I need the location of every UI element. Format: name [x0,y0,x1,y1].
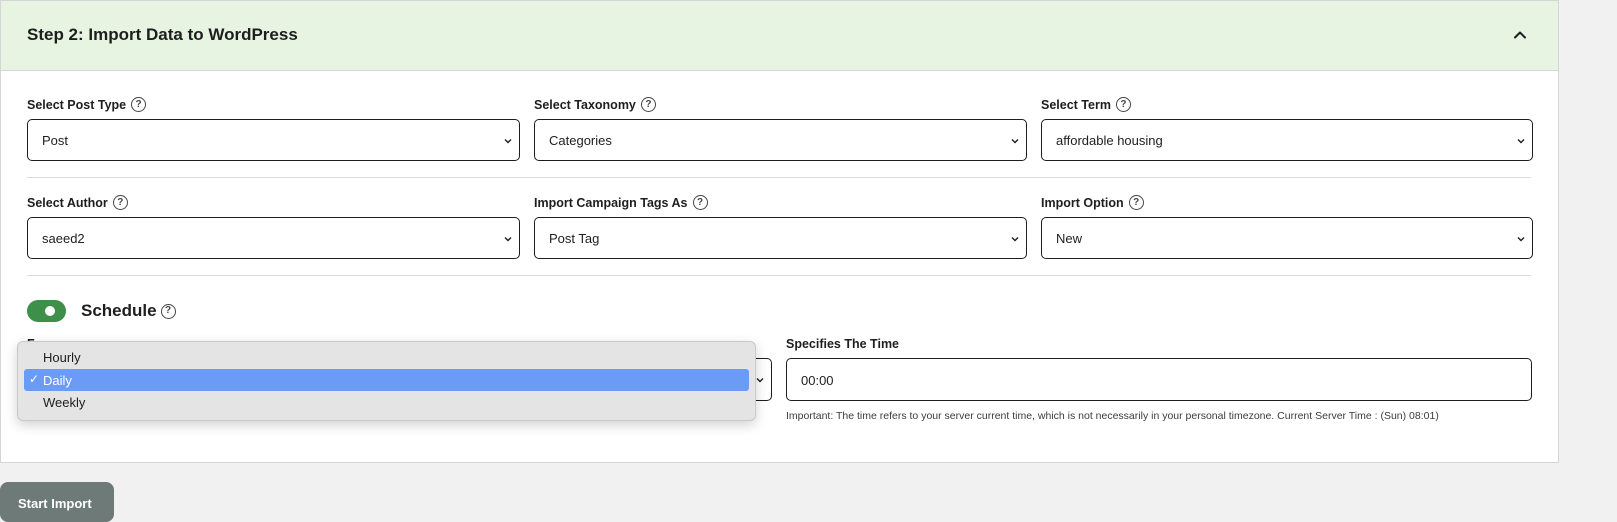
chevron-down-icon [1011,139,1019,144]
panel-header[interactable]: Step 2: Import Data to WordPress [1,1,1558,71]
start-import-button[interactable]: Start Import [0,482,114,522]
chevron-down-icon [756,378,764,383]
campaign-tags-label: Import Campaign Tags As ? [534,195,708,210]
schedule-toggle[interactable] [27,300,66,322]
campaign-tags-select[interactable]: Post Tag [534,217,1027,259]
option-weekly[interactable]: Weekly [24,391,749,413]
term-value: affordable housing [1056,133,1163,148]
campaign-tags-value: Post Tag [549,231,600,246]
divider [27,275,1531,276]
taxonomy-label: Select Taxonomy ? [534,97,656,112]
help-icon[interactable]: ? [160,303,176,319]
panel-title: Step 2: Import Data to WordPress [27,25,298,44]
chevron-down-icon [1011,237,1019,242]
chevron-down-icon [504,139,512,144]
import-option-value: New [1056,231,1083,246]
frequency-dropdown: Hourly ✓ Daily Weekly [17,341,756,421]
author-select[interactable]: saeed2 [27,217,520,259]
help-icon[interactable]: ? [112,195,128,210]
author-label: Select Author ? [27,195,128,210]
option-daily[interactable]: ✓ Daily [24,369,749,391]
help-icon[interactable]: ? [1128,195,1144,210]
taxonomy-select[interactable]: Categories [534,119,1027,161]
help-icon[interactable]: ? [692,195,708,210]
option-hourly[interactable]: Hourly [24,346,749,368]
time-input[interactable]: 00:00 [786,358,1532,401]
help-icon[interactable]: ? [131,97,147,112]
term-select[interactable]: affordable housing [1041,119,1533,161]
chevron-down-icon [504,237,512,242]
schedule-label: Schedule ? [81,301,176,321]
toggle-knob [45,306,55,316]
checkmark-icon: ✓ [29,372,40,386]
post-type-value: Post [42,133,69,148]
import-option-label: Import Option ? [1041,195,1144,210]
post-type-select[interactable]: Post [27,119,520,161]
time-label: Specifies The Time [786,337,900,351]
chevron-down-icon [1517,139,1525,144]
post-type-label: Select Post Type ? [27,97,147,112]
time-note: Important: The time refers to your serve… [786,410,1439,422]
import-option-select[interactable]: New [1041,217,1533,259]
chevron-up-icon[interactable] [1511,26,1529,44]
taxonomy-value: Categories [549,133,612,148]
time-value: 00:00 [801,373,834,388]
chevron-down-icon [1517,237,1525,242]
term-label: Select Term ? [1041,97,1131,112]
author-value: saeed2 [42,231,85,246]
help-icon[interactable]: ? [1115,97,1131,112]
help-icon[interactable]: ? [640,97,656,112]
divider [27,177,1531,178]
